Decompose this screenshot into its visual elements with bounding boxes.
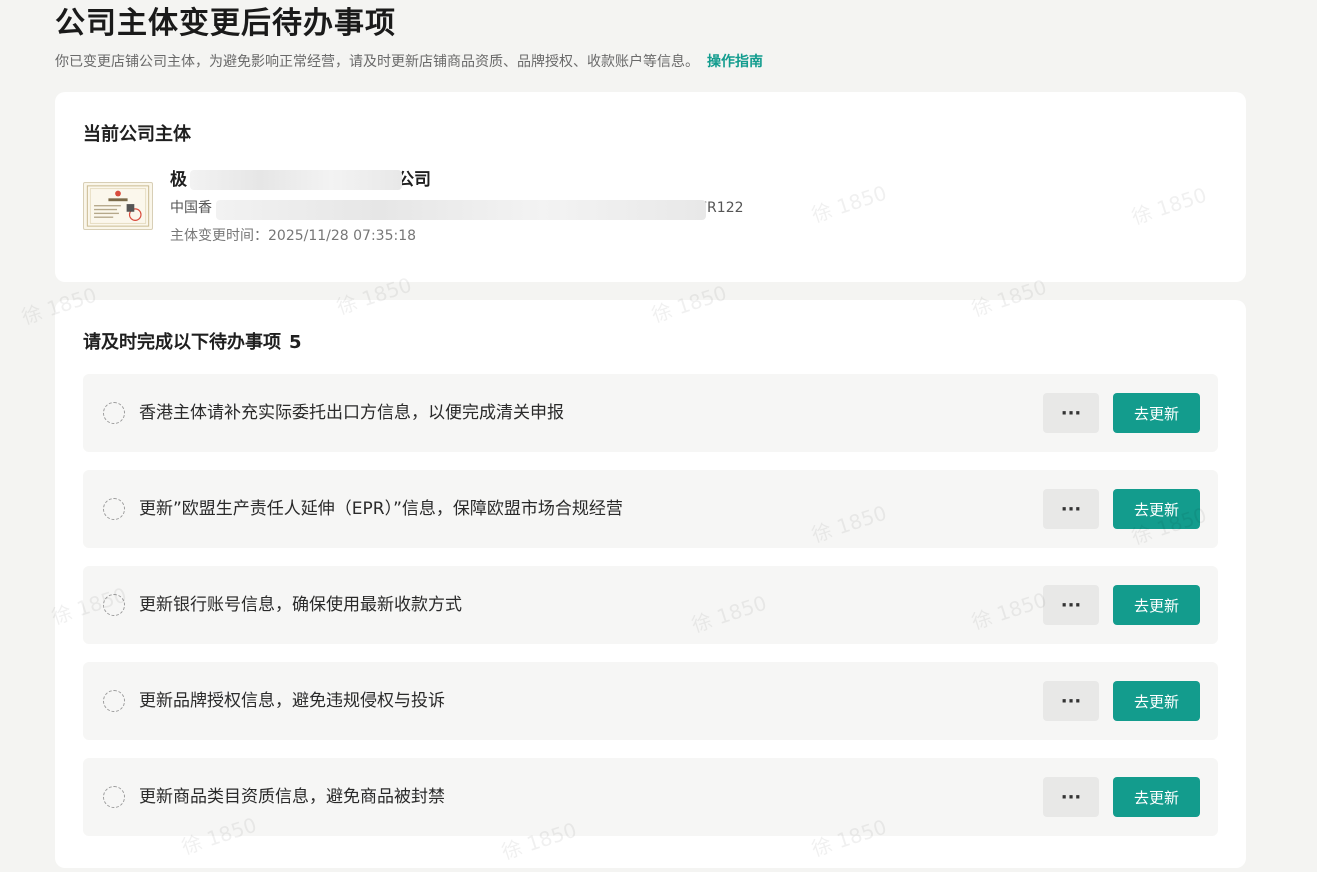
page: 公司主体变更后待办事项 你已变更店铺公司主体，为避免影响正常经营，请及时更新店铺… [0, 0, 1317, 872]
todo-title-text: 请及时完成以下待办事项 [83, 332, 281, 353]
todo-item-text: 更新商品类目资质信息，避免商品被封禁 [139, 787, 445, 807]
todo-item-epr: 更新”欧盟生产责任人延伸（EPR）”信息，保障欧盟市场合规经营 ··· 去更新 [83, 470, 1218, 548]
subtitle-text: 你已变更店铺公司主体，为避免影响正常经营，请及时更新店铺商品资质、品牌授权、收款… [55, 54, 699, 70]
todo-card: 请及时完成以下待办事项 5 香港主体请补充实际委托出口方信息，以便完成清关申报 ·… [55, 300, 1246, 868]
redaction-mask [216, 200, 706, 220]
todo-item-text: 更新银行账号信息，确保使用最新收款方式 [139, 595, 462, 615]
todo-item-text: 更新”欧盟生产责任人延伸（EPR）”信息，保障欧盟市场合规经营 [139, 499, 623, 519]
guide-link[interactable]: 操作指南 [707, 54, 763, 70]
todo-count: 5 [289, 332, 302, 353]
go-update-button[interactable]: 去更新 [1113, 585, 1200, 625]
go-update-button[interactable]: 去更新 [1113, 681, 1200, 721]
todo-item-bank-account: 更新银行账号信息，确保使用最新收款方式 ··· 去更新 [83, 566, 1218, 644]
page-header: 公司主体变更后待办事项 你已变更店铺公司主体，为避免影响正常经营，请及时更新店铺… [55, 0, 1262, 72]
todo-item-text: 香港主体请补充实际委托出口方信息，以便完成清关申报 [139, 403, 564, 423]
pending-circle-icon [103, 498, 125, 520]
company-info: 极 公司 中国香 FR122 主体变更时间：2025/11/28 07:35:18 [170, 168, 744, 246]
company-name: 极 公司 [170, 168, 744, 192]
redaction-mask [190, 170, 402, 190]
pending-circle-icon [103, 594, 125, 616]
todo-section-title: 请及时完成以下待办事项 5 [83, 330, 1218, 356]
more-options-button[interactable]: ··· [1043, 489, 1099, 529]
todo-list: 香港主体请补充实际委托出口方信息，以便完成清关申报 ··· 去更新 更新”欧盟生… [83, 374, 1218, 836]
todo-item-consignor: 香港主体请补充实际委托出口方信息，以便完成清关申报 ··· 去更新 [83, 374, 1218, 452]
pending-circle-icon [103, 690, 125, 712]
more-options-button[interactable]: ··· [1043, 585, 1099, 625]
todo-item-text: 更新品牌授权信息，避免违规侵权与投诉 [139, 691, 445, 711]
todo-item-brand-authorization: 更新品牌授权信息，避免违规侵权与投诉 ··· 去更新 [83, 662, 1218, 740]
current-company-card: 当前公司主体 极 公司 中国香 FR122 主体变更时间：2025/11/28 0… [55, 92, 1246, 282]
go-update-button[interactable]: 去更新 [1113, 393, 1200, 433]
go-update-button[interactable]: 去更新 [1113, 777, 1200, 817]
company-name-prefix: 极 [170, 170, 187, 190]
business-license-thumbnail[interactable] [83, 182, 153, 230]
pending-circle-icon [103, 402, 125, 424]
more-options-button[interactable]: ··· [1043, 777, 1099, 817]
todo-item-category-qualification: 更新商品类目资质信息，避免商品被封禁 ··· 去更新 [83, 758, 1218, 836]
pending-circle-icon [103, 786, 125, 808]
page-subtitle: 你已变更店铺公司主体，为避免影响正常经营，请及时更新店铺商品资质、品牌授权、收款… [55, 52, 1262, 72]
more-options-button[interactable]: ··· [1043, 393, 1099, 433]
company-address: 中国香 FR122 [170, 198, 744, 220]
company-row: 极 公司 中国香 FR122 主体变更时间：2025/11/28 07:35:18 [83, 168, 1218, 246]
more-options-button[interactable]: ··· [1043, 681, 1099, 721]
current-company-title: 当前公司主体 [83, 124, 191, 145]
license-document-icon [86, 185, 150, 227]
company-name-suffix: 公司 [397, 170, 431, 190]
company-address-prefix: 中国香 [170, 200, 212, 216]
company-change-time: 主体变更时间：2025/11/28 07:35:18 [170, 228, 417, 244]
go-update-button[interactable]: 去更新 [1113, 489, 1200, 529]
page-title: 公司主体变更后待办事项 [55, 6, 396, 41]
